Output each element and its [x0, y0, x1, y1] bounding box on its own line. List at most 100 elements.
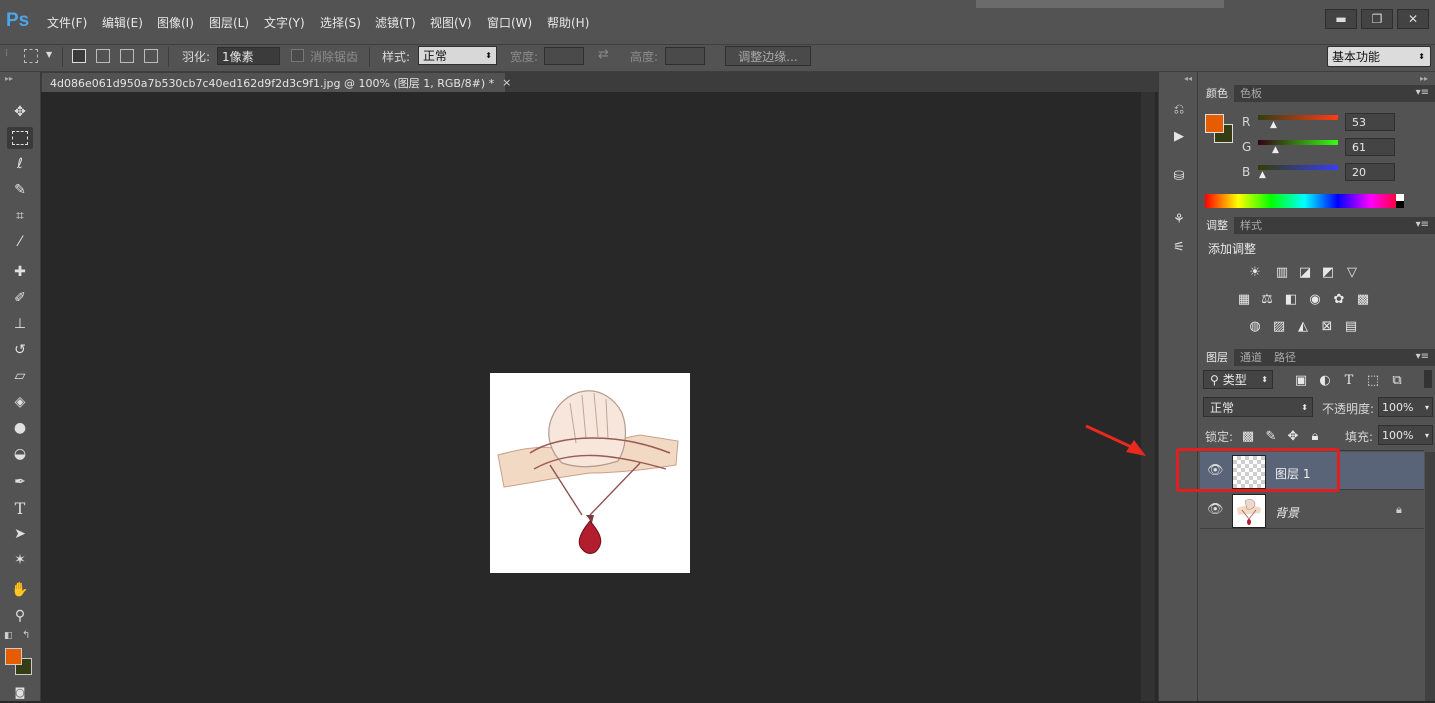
height-input[interactable] [665, 47, 705, 65]
green-value-input[interactable]: 61 [1345, 138, 1395, 156]
lock-all-icon[interactable]: 🔒︎ [1306, 427, 1324, 445]
selective-color-icon[interactable]: ⊠ [1318, 317, 1336, 335]
vertical-scrollbar[interactable] [1141, 92, 1155, 701]
menu-window[interactable]: 窗口(W) [487, 14, 532, 31]
tab-paths[interactable]: 路径 [1268, 349, 1302, 366]
type-tool-icon[interactable]: T [7, 497, 33, 519]
eraser-tool-icon[interactable]: ▱ [7, 365, 33, 387]
menu-select[interactable]: 选择(S) [320, 14, 361, 31]
blue-slider-track[interactable] [1258, 165, 1338, 170]
marquee-preset-icon[interactable] [24, 49, 38, 63]
menu-filter[interactable]: 滤镜(T) [375, 14, 416, 31]
expand-dock-icon[interactable]: ◂◂ [1184, 74, 1192, 83]
document-tab[interactable]: 4d086e061d950a7b530cb7c40ed162d9f2d3c9f1… [42, 73, 511, 92]
blue-value-input[interactable]: 20 [1345, 163, 1395, 181]
hand-tool-icon[interactable]: ✋ [7, 579, 33, 601]
red-slider-thumb[interactable]: ▲ [1270, 120, 1277, 130]
minimize-icon[interactable]: ▬ [1325, 9, 1357, 29]
tab-channels[interactable]: 通道 [1234, 349, 1268, 366]
menu-view[interactable]: 视图(V) [430, 14, 472, 31]
fill-input[interactable]: 100% ▾ [1378, 425, 1433, 445]
dodge-tool-icon[interactable]: ◒ [7, 443, 33, 465]
foreground-color-swatch[interactable] [5, 648, 22, 665]
preset-dropdown-icon[interactable]: ▼ [46, 50, 52, 59]
channel-mixer-icon[interactable]: ✿ [1330, 290, 1348, 308]
restore-icon[interactable]: ❐ [1361, 9, 1393, 29]
curves-icon[interactable]: ◪ [1296, 263, 1314, 281]
marquee-tool-icon[interactable] [7, 127, 33, 149]
panel-menu-icon[interactable]: ▾≡ [1416, 219, 1429, 230]
workspace-select[interactable]: 基本功能 ⬍ [1327, 46, 1431, 67]
lock-position-icon[interactable]: ✥ [1284, 427, 1302, 445]
history-panel-icon[interactable]: ⎌ [1170, 100, 1188, 118]
swap-colors-icon[interactable]: ↰ [22, 630, 30, 641]
filter-shape-icon[interactable]: ⬚ [1364, 371, 1382, 389]
stamp-tool-icon[interactable]: ⊥ [7, 313, 33, 335]
canvas-artwork[interactable] [490, 373, 690, 573]
filter-pixel-icon[interactable]: ▣ [1292, 371, 1310, 389]
menu-help[interactable]: 帮助(H) [547, 14, 589, 31]
spectrum-black-swatch[interactable] [1396, 201, 1404, 208]
tab-styles[interactable]: 样式 [1234, 217, 1268, 234]
paint-bucket-tool-icon[interactable]: ◈ [7, 391, 33, 413]
quick-mask-icon[interactable]: ◙ [7, 681, 33, 703]
crop-tool-icon[interactable]: ⌗ [7, 205, 33, 227]
history-brush-tool-icon[interactable]: ↺ [7, 339, 33, 361]
shape-tool-icon[interactable]: ✶ [7, 549, 33, 571]
opacity-input[interactable]: 100% ▾ [1378, 397, 1433, 417]
threshold-icon[interactable]: ◭ [1294, 317, 1312, 335]
tab-swatches[interactable]: 色板 [1234, 85, 1268, 102]
healing-brush-tool-icon[interactable]: ✚ [7, 261, 33, 283]
color-balance-icon[interactable]: ⚖ [1258, 290, 1276, 308]
path-selection-tool-icon[interactable]: ➤ [7, 523, 33, 545]
antialias-checkbox[interactable] [291, 49, 304, 62]
exposure-icon[interactable]: ◩ [1319, 263, 1337, 281]
blend-mode-select[interactable]: 正常 ⬍ [1203, 397, 1313, 417]
foreground-color-swatch[interactable] [1205, 114, 1224, 133]
feather-input[interactable]: 1像素 [217, 47, 280, 65]
collapse-panels-icon[interactable]: ▸▸ [1420, 74, 1428, 83]
width-input[interactable] [544, 47, 584, 65]
subtract-selection-icon[interactable] [120, 49, 134, 63]
menu-layer[interactable]: 图层(L) [209, 14, 249, 31]
collapse-toolbox-icon[interactable]: ▸▸ [5, 74, 13, 83]
brightness-contrast-icon[interactable]: ☀ [1246, 263, 1264, 281]
invert-icon[interactable]: ◍ [1246, 317, 1264, 335]
properties-panel-icon[interactable]: ⛁ [1170, 167, 1188, 185]
red-value-input[interactable]: 53 [1345, 113, 1395, 131]
lock-transparent-icon[interactable]: ▩ [1239, 427, 1257, 445]
zoom-tool-icon[interactable]: ⚲ [7, 605, 33, 627]
menu-edit[interactable]: 编辑(E) [102, 14, 143, 31]
levels-icon[interactable]: ▥ [1273, 263, 1291, 281]
default-colors-icon[interactable]: ◧ [4, 631, 13, 641]
intersect-selection-icon[interactable] [144, 49, 158, 63]
layer-name[interactable]: 背景 [1275, 504, 1299, 521]
green-slider-thumb[interactable]: ▲ [1272, 145, 1279, 155]
color-lookup-icon[interactable]: ▩ [1354, 290, 1372, 308]
color-spectrum-bar[interactable] [1205, 194, 1404, 208]
style-select[interactable]: 正常 ⬍ [418, 46, 497, 65]
tab-color[interactable]: 颜色 [1200, 85, 1234, 102]
move-tool-icon[interactable]: ✥ [7, 101, 33, 123]
vibrance-icon[interactable]: ▽ [1343, 263, 1361, 281]
layer-filter-select[interactable]: ⚲ 类型 ⬍ [1203, 370, 1273, 389]
blur-tool-icon[interactable]: ● [7, 417, 33, 439]
panel-menu-icon[interactable]: ▾≡ [1416, 351, 1429, 362]
brush-tool-icon[interactable]: ✐ [7, 287, 33, 309]
lasso-tool-icon[interactable]: ℓ [7, 153, 33, 175]
tool-presets-icon[interactable]: ⚟ [1170, 238, 1188, 256]
filter-smart-object-icon[interactable]: ⧉ [1388, 371, 1406, 389]
photo-filter-icon[interactable]: ◉ [1306, 290, 1324, 308]
eyedropper-tool-icon[interactable]: ⁄ [7, 231, 33, 253]
green-slider-track[interactable] [1258, 140, 1338, 145]
brushes-panel-icon[interactable]: ⚘ [1170, 210, 1188, 228]
menu-image[interactable]: 图像(I) [157, 14, 194, 31]
menu-file[interactable]: 文件(F) [47, 14, 87, 31]
swap-icon[interactable]: ⇄ [598, 47, 609, 62]
close-window-icon[interactable]: ✕ [1397, 9, 1429, 29]
posterize-icon[interactable]: ▨ [1270, 317, 1288, 335]
filter-adjustment-icon[interactable]: ◐ [1316, 371, 1334, 389]
actions-panel-icon[interactable]: ▶ [1170, 127, 1188, 145]
blue-slider-thumb[interactable]: ▲ [1259, 170, 1266, 180]
gradient-map-icon[interactable]: ▤ [1342, 317, 1360, 335]
